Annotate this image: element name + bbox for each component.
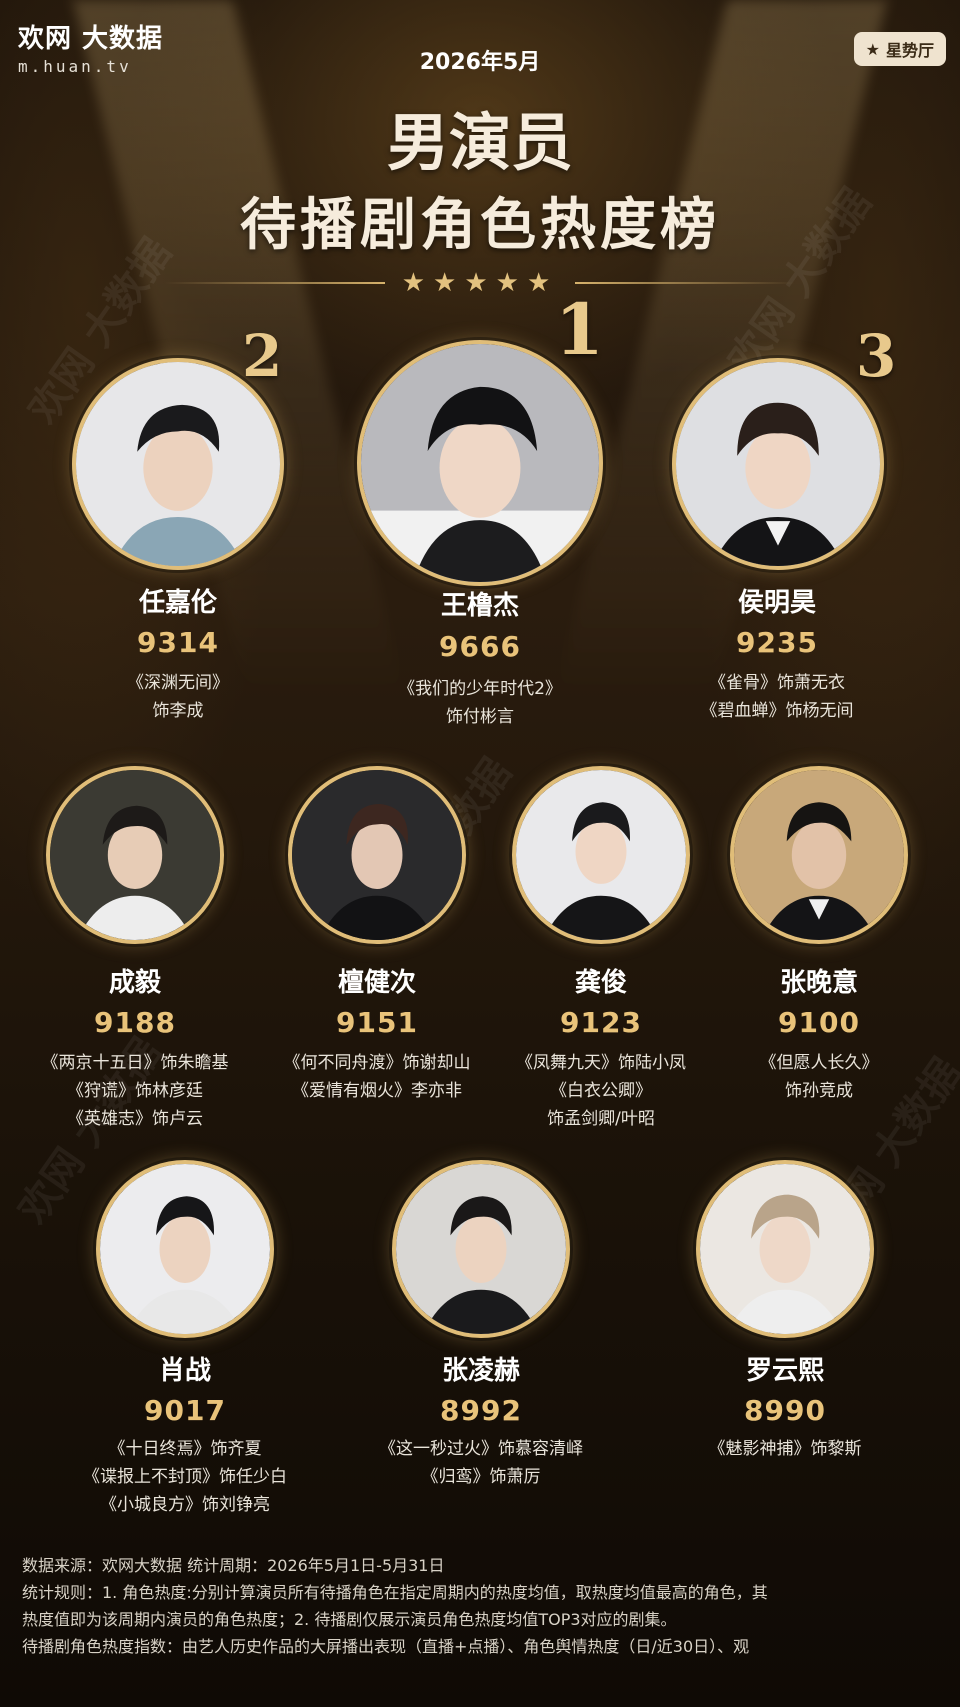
avatar-image	[700, 1164, 870, 1334]
avatar-image	[734, 770, 904, 940]
actor-name: 成毅	[108, 968, 161, 998]
footer-line: 数据来源：欢网大数据 统计周期：2026年5月1日-5月31日	[22, 1556, 445, 1575]
divider	[575, 282, 795, 284]
actor-card: 肖战 9017 《十日终焉》饰齐夏 《谍报上不封顶》饰任少白 《小城良方》饰刘铮…	[83, 1160, 287, 1520]
heat-score: 9017	[144, 1394, 226, 1427]
actor-name: 任嘉伦	[138, 588, 217, 618]
role-line: 饰孟剑卿/叶昭	[547, 1109, 655, 1129]
actor-name: 檀健次	[337, 968, 416, 998]
avatar-image	[50, 770, 220, 940]
role-line: 《但愿人长久》	[759, 1053, 879, 1073]
actor-name: 侯明昊	[737, 588, 816, 618]
avatar	[46, 766, 224, 944]
avatar-image	[516, 770, 686, 940]
rank-number: 3	[856, 322, 897, 390]
role-line: 《深渊无间》	[127, 673, 229, 693]
role-line: 《这一秒过火》饰慕容清峄	[379, 1439, 583, 1459]
title-line2: 待播剧角色热度榜	[240, 193, 720, 258]
avatar-image	[100, 1164, 270, 1334]
role-line: 《小城良方》饰刘铮亮	[100, 1495, 270, 1515]
rank-2-card: 2 任嘉伦 9314 《深渊无间》 饰李成	[58, 320, 298, 740]
actor-name: 王橹杰	[440, 591, 519, 621]
role-line: 《英雄志》饰卢云	[67, 1109, 203, 1129]
footer-line: 待播剧角色热度指数：由艺人历史作品的大屏播出表现（直播+点播）、角色舆情热度（日…	[22, 1637, 750, 1656]
actor-name: 龚俊	[574, 968, 627, 998]
role-line: 《归鸾》饰萧厉	[421, 1467, 541, 1487]
heat-score: 9151	[336, 1006, 418, 1039]
heat-score: 9188	[94, 1006, 176, 1039]
role-line: 饰李成	[152, 701, 204, 721]
footer-line: 统计规则：1. 角色热度:分别计算演员所有待播角色在指定周期内的热度均值，取热度…	[22, 1583, 768, 1602]
role-line: 《雀骨》饰萧无衣	[709, 673, 845, 693]
footer-line: 热度值即为该周期内演员的角色热度；2. 待播剧仅展示演员角色热度均值TOP3对应…	[22, 1610, 677, 1629]
role-line: 《十日终焉》饰齐夏	[108, 1439, 262, 1459]
heat-score: 9314	[137, 626, 219, 659]
avatar-image	[292, 770, 462, 940]
actor-card: 龚俊 9123 《凤舞九天》饰陆小凤 《白衣公卿》 饰孟剑卿/叶昭	[506, 766, 696, 1129]
title-line1: 男演员	[386, 106, 573, 179]
role-line: 饰孙竞成	[785, 1081, 853, 1101]
footer-notes: 数据来源：欢网大数据 统计周期：2026年5月1日-5月31日 统计规则：1. …	[22, 1552, 942, 1660]
actor-name: 张晚意	[779, 968, 858, 998]
role-line: 《两京十五日》饰朱瞻基	[41, 1053, 229, 1073]
avatar	[392, 1160, 570, 1338]
avatar	[696, 1160, 874, 1338]
avatar-image	[676, 362, 880, 566]
rank-number: 2	[242, 322, 283, 390]
actor-card: 张凌赫 8992 《这一秒过火》饰慕容清峄 《归鸾》饰萧厉	[379, 1160, 583, 1520]
period-date: 2026年5月	[419, 50, 541, 75]
avatar-image	[396, 1164, 566, 1334]
heat-score: 9123	[560, 1006, 642, 1039]
rank-number: 1	[555, 288, 604, 371]
avatar	[672, 358, 884, 570]
heat-score: 9100	[778, 1006, 860, 1039]
role-line: 《魅影神捕》饰黎斯	[708, 1439, 862, 1459]
rank-1-card: 1 王橹杰 9666 《我们的少年时代2》 饰付彬言	[330, 288, 630, 727]
actor-name: 罗云熙	[745, 1356, 824, 1386]
role-line: 《狩谎》饰林彦廷	[67, 1081, 203, 1101]
avatar	[730, 766, 908, 944]
actor-name: 张凌赫	[441, 1356, 520, 1386]
actor-card: 檀健次 9151 《何不同舟渡》饰谢却山 《爱情有烟火》李亦非	[282, 766, 472, 1126]
avatar	[96, 1160, 274, 1338]
actor-name: 肖战	[158, 1356, 211, 1386]
role-line: 《谍报上不封顶》饰任少白	[83, 1467, 287, 1487]
avatar	[288, 766, 466, 944]
avatar	[512, 766, 690, 944]
role-line: 《碧血蝉》饰杨无间	[700, 701, 854, 721]
avatar	[357, 340, 603, 586]
avatar	[72, 358, 284, 570]
heat-score: 8990	[744, 1394, 826, 1427]
actor-card: 罗云熙 8990 《魅影神捕》饰黎斯	[690, 1160, 880, 1520]
avatar-image	[76, 362, 280, 566]
actor-card: 张晚意 9100 《但愿人长久》 饰孙竞成	[730, 766, 920, 1126]
star-icon: ★★★★★	[401, 268, 559, 298]
avatar-image	[361, 344, 599, 582]
actor-card: 成毅 9188 《两京十五日》饰朱瞻基 《狩谎》饰林彦廷 《英雄志》饰卢云	[40, 766, 230, 1129]
title-stars: ★★★★★	[0, 268, 960, 298]
heat-score: 9235	[736, 626, 818, 659]
rank-3-card: 3 侯明昊 9235 《雀骨》饰萧无衣 《碧血蝉》饰杨无间	[672, 320, 912, 740]
heat-score: 9666	[439, 630, 521, 663]
heat-score: 8992	[440, 1394, 522, 1427]
